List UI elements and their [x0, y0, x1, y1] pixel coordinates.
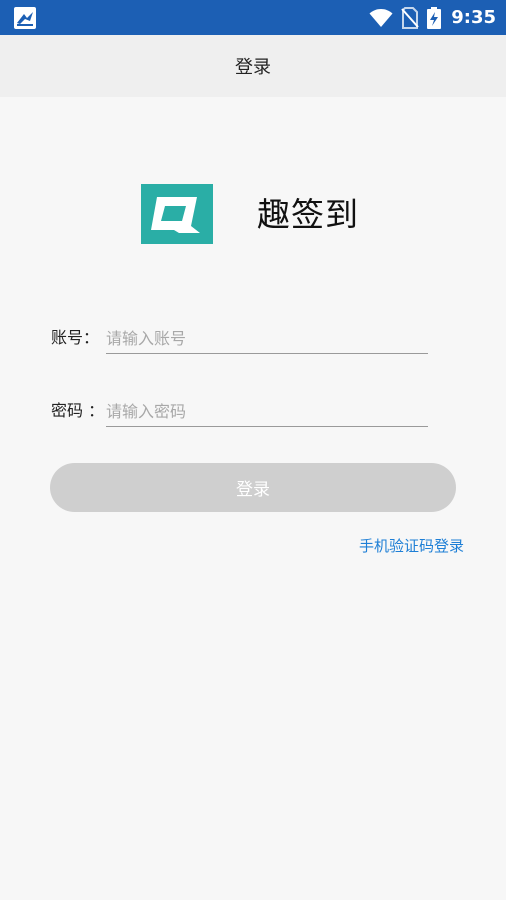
page-title: 登录	[235, 57, 271, 78]
account-input[interactable]	[106, 323, 428, 354]
password-input[interactable]	[106, 396, 428, 427]
login-button[interactable]: 登录	[50, 463, 456, 512]
q-logo-icon	[141, 184, 213, 244]
status-time: 9:35	[451, 7, 496, 28]
status-icons: 9:35	[369, 0, 496, 35]
app-name: 趣签到	[257, 195, 359, 234]
account-label: 账号：	[51, 328, 100, 347]
app-notification-icon	[14, 7, 36, 29]
title-bar: 登录	[0, 35, 506, 97]
sms-login-link[interactable]: 手机验证码登录	[359, 536, 464, 556]
status-bar: 9:35	[0, 0, 506, 35]
wifi-icon	[369, 8, 393, 28]
no-sim-icon	[401, 6, 419, 29]
battery-charging-icon	[427, 6, 442, 29]
password-label: 密码 ：	[51, 401, 105, 420]
